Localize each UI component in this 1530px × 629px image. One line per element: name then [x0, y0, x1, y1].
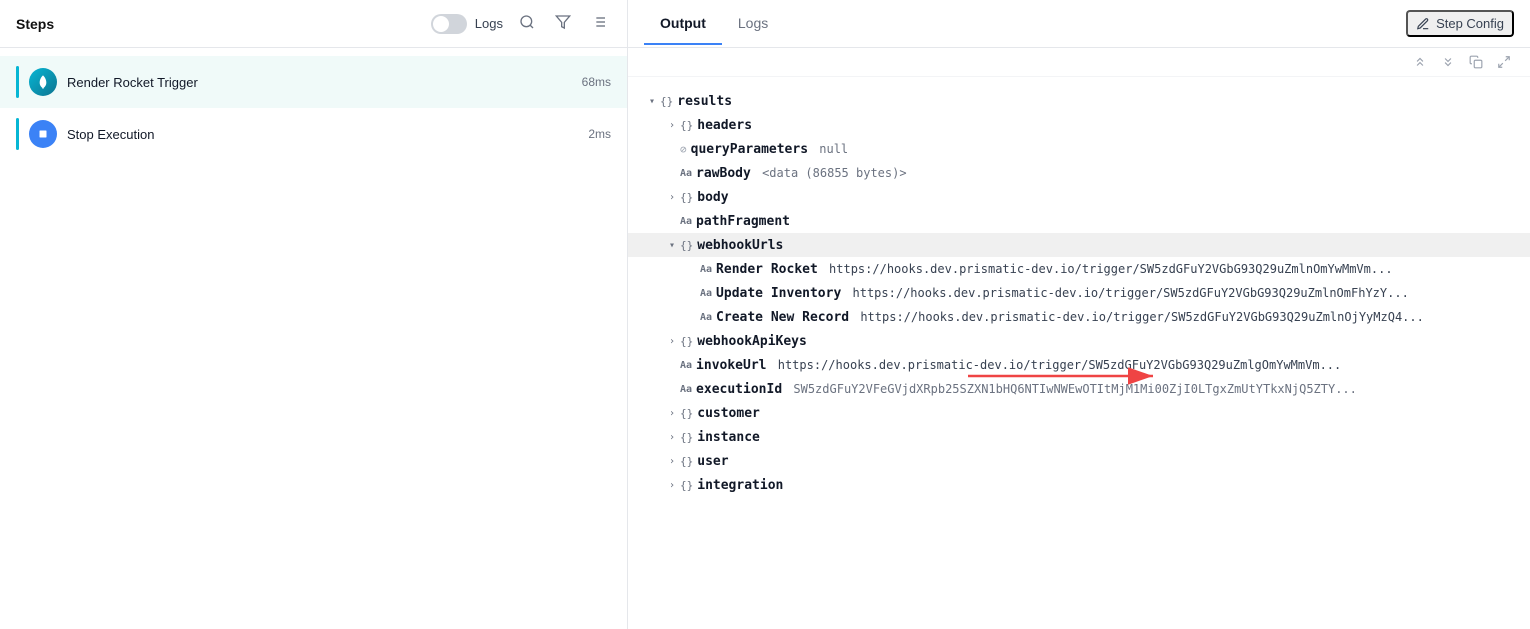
step-name: Render Rocket Trigger	[67, 75, 572, 90]
tree-toggle[interactable]: ›	[664, 333, 680, 349]
search-icon[interactable]	[515, 10, 539, 38]
tree-toggle[interactable]: ›	[664, 477, 680, 493]
tree-toggle[interactable]: ›	[664, 117, 680, 133]
tree-toggle[interactable]: ›	[664, 453, 680, 469]
tree-row[interactable]: › Aa rawBody <data (86855 bytes)>	[628, 161, 1530, 185]
left-header: Steps Logs	[0, 0, 627, 48]
tree-row[interactable]: › Aa pathFragment	[628, 209, 1530, 233]
tree-row[interactable]: › Aa Render Rocket https://hooks.dev.pri…	[628, 257, 1530, 281]
step-config-button[interactable]: Step Config	[1406, 10, 1514, 37]
step-icon-stop	[29, 120, 57, 148]
tree-key: pathFragment	[696, 214, 790, 229]
tree-key: integration	[697, 478, 783, 493]
header-actions: Step Config	[1406, 10, 1514, 37]
tree-toggle[interactable]: ›	[664, 189, 680, 205]
step-item[interactable]: Render Rocket Trigger 68ms	[0, 56, 627, 108]
tab-output[interactable]: Output	[644, 3, 722, 45]
expand-button[interactable]	[1438, 52, 1458, 72]
tree-toggle[interactable]: ›	[664, 405, 680, 421]
tree-key: headers	[697, 118, 752, 133]
obj-icon: {}	[680, 239, 693, 252]
tree-key: rawBody	[696, 166, 751, 181]
tree-key: results	[677, 94, 732, 109]
tree-value: <data (86855 bytes)>	[755, 166, 907, 180]
tree-row[interactable]: › {} user	[628, 449, 1530, 473]
right-header: Output Logs Step Config	[628, 0, 1530, 48]
tree-row[interactable]: › {} webhookApiKeys	[628, 329, 1530, 353]
obj-icon: {}	[680, 407, 693, 420]
obj-icon: {}	[680, 455, 693, 468]
step-config-label: Step Config	[1436, 16, 1504, 31]
tree-row[interactable]: › {} integration	[628, 473, 1530, 497]
obj-icon: {}	[680, 335, 693, 348]
tree-key: queryParameters	[691, 142, 808, 157]
obj-icon: {}	[680, 479, 693, 492]
instance-key: instance	[697, 430, 760, 445]
step-active-indicator	[16, 118, 19, 150]
toggle-container: Logs	[431, 14, 503, 34]
str-icon: Aa	[680, 168, 692, 179]
right-panel: Output Logs Step Config	[628, 0, 1530, 629]
tree-key: webhookApiKeys	[697, 334, 807, 349]
steps-title: Steps	[16, 16, 419, 32]
tree-row[interactable]: › Aa Update Inventory https://hooks.dev.…	[628, 281, 1530, 305]
str-icon: Aa	[700, 288, 712, 299]
tree-value: https://hooks.dev.prismatic-dev.io/trigg…	[853, 310, 1424, 324]
fullscreen-button[interactable]	[1494, 52, 1514, 72]
tree-key: Render Rocket	[716, 262, 818, 277]
tree-key: webhookUrls	[697, 238, 783, 253]
step-active-indicator	[16, 66, 19, 98]
str-icon: Aa	[700, 264, 712, 275]
tree-value: https://hooks.dev.prismatic-dev.io/trigg…	[845, 286, 1409, 300]
str-icon: Aa	[680, 360, 692, 371]
tree-key: user	[697, 454, 728, 469]
str-icon: Aa	[680, 384, 692, 395]
output-toolbar	[628, 48, 1530, 77]
collapse-button[interactable]	[1410, 52, 1430, 72]
logs-toggle-label: Logs	[475, 16, 503, 31]
logs-toggle[interactable]	[431, 14, 467, 34]
str-icon: Aa	[680, 216, 692, 227]
tree-row[interactable]: › Aa Create New Record https://hooks.dev…	[628, 305, 1530, 329]
tree-row[interactable]: › {} customer	[628, 401, 1530, 425]
json-tree: ▾ {} results › {} headers › ⊘ queryParam…	[628, 85, 1530, 501]
tree-value: null	[812, 142, 848, 156]
tab-logs[interactable]: Logs	[722, 3, 784, 45]
step-name: Stop Execution	[67, 127, 578, 142]
obj-icon: {}	[680, 191, 693, 204]
step-item[interactable]: Stop Execution 2ms	[0, 108, 627, 160]
tree-row[interactable]: ▾ {} results	[628, 89, 1530, 113]
sort-icon[interactable]	[587, 10, 611, 38]
tree-key: customer	[697, 406, 760, 421]
output-area: ▾ {} results › {} headers › ⊘ queryParam…	[628, 77, 1530, 629]
no-icon: ⊘	[680, 143, 687, 156]
tree-row[interactable]: › {} instance	[628, 425, 1530, 449]
webhook-urls-row[interactable]: ▾ {} webhookUrls	[628, 233, 1530, 257]
step-time: 2ms	[588, 127, 611, 141]
left-panel: Steps Logs	[0, 0, 628, 629]
step-time: 68ms	[582, 75, 611, 89]
obj-icon: {}	[680, 119, 693, 132]
tree-key: Create New Record	[716, 310, 849, 325]
obj-icon: {}	[660, 95, 673, 108]
tree-key: body	[697, 190, 728, 205]
tree-value: https://hooks.dev.prismatic-dev.io/trigg…	[822, 262, 1393, 276]
step-icon-rocket	[29, 68, 57, 96]
steps-list: Render Rocket Trigger 68ms Stop Executio…	[0, 48, 627, 168]
tree-key: Update Inventory	[716, 286, 841, 301]
filter-icon[interactable]	[551, 10, 575, 38]
tree-row[interactable]: › ⊘ queryParameters null	[628, 137, 1530, 161]
tree-toggle[interactable]: ▾	[664, 237, 680, 253]
copy-button[interactable]	[1466, 52, 1486, 72]
str-icon: Aa	[700, 312, 712, 323]
tree-key: executionId	[696, 382, 782, 397]
red-arrow-indicator	[968, 361, 1168, 394]
tree-key: invokeUrl	[696, 358, 766, 373]
tree-toggle[interactable]: ›	[664, 429, 680, 445]
tree-row[interactable]: › {} headers	[628, 113, 1530, 137]
obj-icon: {}	[680, 431, 693, 444]
tree-toggle[interactable]: ▾	[644, 93, 660, 109]
tree-row[interactable]: › {} body	[628, 185, 1530, 209]
